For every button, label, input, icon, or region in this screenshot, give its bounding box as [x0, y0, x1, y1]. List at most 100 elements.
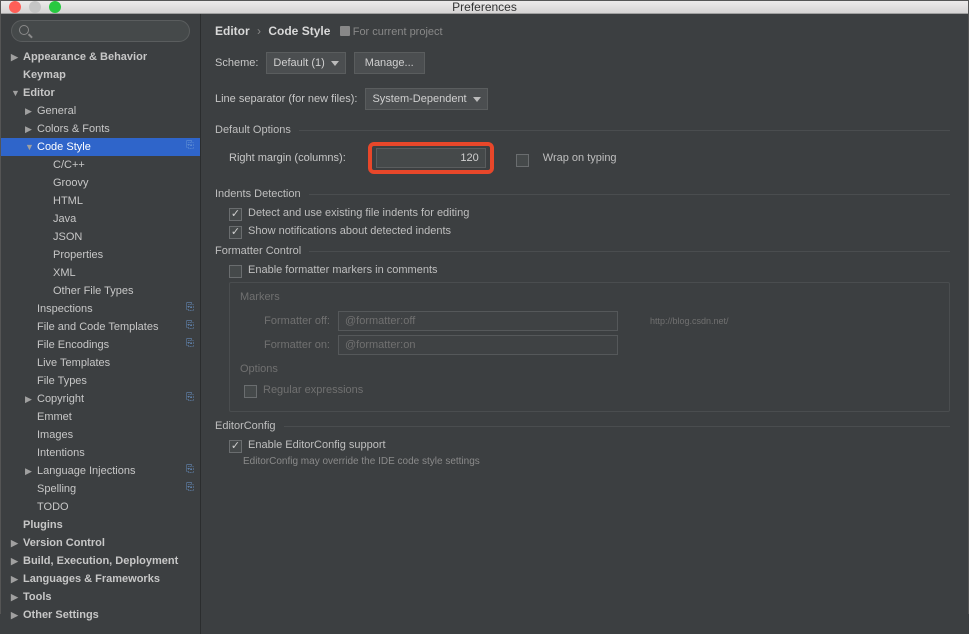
sidebar-item-languages-frameworks[interactable]: ▶Languages & Frameworks: [1, 570, 200, 588]
chevron-down-icon: [331, 61, 339, 66]
editorconfig-title: EditorConfig: [215, 420, 276, 432]
window-title: Preferences: [1, 0, 968, 14]
project-scope-icon: ⎘: [180, 338, 194, 352]
tree-arrow-icon: ▶: [25, 394, 35, 405]
line-separator-select[interactable]: System-Dependent: [365, 88, 487, 110]
sidebar-item-tools[interactable]: ▶Tools: [1, 588, 200, 606]
tree-arrow-icon: ▶: [11, 538, 21, 549]
sidebar-item-label: TODO: [37, 501, 194, 513]
formatter-off-hint: http://blog.csdn.net/: [650, 316, 729, 326]
sidebar-item-xml[interactable]: XML: [1, 264, 200, 282]
sidebar-item-file-encodings[interactable]: File Encodings⎘: [1, 336, 200, 354]
default-options-title: Default Options: [215, 124, 291, 136]
tree-arrow-icon: ▶: [11, 556, 21, 567]
tree-arrow-icon: ▶: [25, 124, 35, 135]
sidebar-item-live-templates[interactable]: Live Templates: [1, 354, 200, 372]
sidebar-item-other-file-types[interactable]: Other File Types: [1, 282, 200, 300]
sidebar: ▶Appearance & BehaviorKeymap▼Editor▶Gene…: [1, 14, 201, 634]
sidebar-item-label: Plugins: [23, 519, 194, 531]
right-margin-label: Right margin (columns):: [229, 152, 346, 164]
editorconfig-hint: EditorConfig may override the IDE code s…: [243, 456, 950, 467]
sidebar-item-language-injections[interactable]: ▶Language Injections⎘: [1, 462, 200, 480]
sidebar-item-file-types[interactable]: File Types: [1, 372, 200, 390]
project-scope-icon: ⎘: [180, 482, 194, 496]
markers-title: Markers: [240, 291, 939, 303]
sidebar-item-version-control[interactable]: ▶Version Control: [1, 534, 200, 552]
scope-label: For current project: [340, 26, 443, 38]
divider: [309, 194, 950, 195]
notify-indents-checkbox[interactable]: [229, 226, 242, 239]
search-input[interactable]: [11, 20, 190, 42]
sidebar-item-label: Spelling: [37, 483, 180, 495]
chevron-down-icon: [473, 97, 481, 102]
divider: [284, 426, 950, 427]
wrap-on-typing-checkbox[interactable]: [516, 154, 529, 167]
search-icon: [19, 25, 29, 35]
sidebar-item-label: Languages & Frameworks: [23, 573, 194, 585]
sidebar-item-properties[interactable]: Properties: [1, 246, 200, 264]
sidebar-item-inspections[interactable]: Inspections⎘: [1, 300, 200, 318]
project-scope-icon: ⎘: [180, 392, 194, 406]
sidebar-item-label: Emmet: [37, 411, 194, 423]
sidebar-item-label: Groovy: [53, 177, 194, 189]
sidebar-item-label: Tools: [23, 591, 194, 603]
sidebar-item-c-c-[interactable]: C/C++: [1, 156, 200, 174]
tree-arrow-icon: ▼: [11, 88, 21, 98]
detect-indents-checkbox[interactable]: [229, 208, 242, 221]
sidebar-item-images[interactable]: Images: [1, 426, 200, 444]
sidebar-item-plugins[interactable]: Plugins: [1, 516, 200, 534]
sidebar-item-json[interactable]: JSON: [1, 228, 200, 246]
sidebar-item-intentions[interactable]: Intentions: [1, 444, 200, 462]
sidebar-item-label: Images: [37, 429, 194, 441]
breadcrumb-leaf: Code Style: [268, 24, 330, 38]
enable-editorconfig-label: Enable EditorConfig support: [248, 439, 386, 451]
sidebar-item-other-settings[interactable]: ▶Other Settings: [1, 606, 200, 624]
sidebar-item-emmet[interactable]: Emmet: [1, 408, 200, 426]
sidebar-item-label: Copyright: [37, 393, 180, 405]
formatter-on-input: [338, 335, 618, 355]
sidebar-item-label: Colors & Fonts: [37, 123, 194, 135]
sidebar-item-build-execution-deployment[interactable]: ▶Build, Execution, Deployment: [1, 552, 200, 570]
line-separator-label: Line separator (for new files):: [215, 93, 357, 105]
formatter-on-label: Formatter on:: [240, 339, 330, 351]
sidebar-item-label: Live Templates: [37, 357, 194, 369]
sidebar-item-general[interactable]: ▶General: [1, 102, 200, 120]
settings-tree: ▶Appearance & BehaviorKeymap▼Editor▶Gene…: [1, 48, 200, 634]
right-margin-input[interactable]: [376, 148, 486, 168]
formatter-title: Formatter Control: [215, 245, 301, 257]
sidebar-item-label: XML: [53, 267, 194, 279]
sidebar-item-label: Other File Types: [53, 285, 194, 297]
sidebar-item-label: Build, Execution, Deployment: [23, 555, 194, 567]
chevron-right-icon: ›: [257, 24, 261, 38]
scheme-select[interactable]: Default (1): [266, 52, 345, 74]
sidebar-item-file-and-code-templates[interactable]: File and Code Templates⎘: [1, 318, 200, 336]
sidebar-item-label: Editor: [23, 87, 194, 99]
sidebar-item-java[interactable]: Java: [1, 210, 200, 228]
sidebar-item-colors-fonts[interactable]: ▶Colors & Fonts: [1, 120, 200, 138]
sidebar-item-editor[interactable]: ▼Editor: [1, 84, 200, 102]
sidebar-item-label: File Encodings: [37, 339, 180, 351]
sidebar-item-groovy[interactable]: Groovy: [1, 174, 200, 192]
tree-arrow-icon: ▶: [11, 610, 21, 621]
sidebar-item-spelling[interactable]: Spelling⎘: [1, 480, 200, 498]
project-scope-icon: ⎘: [180, 140, 194, 154]
sidebar-item-keymap[interactable]: Keymap: [1, 66, 200, 84]
formatter-off-label: Formatter off:: [240, 315, 330, 327]
enable-editorconfig-checkbox[interactable]: [229, 440, 242, 453]
titlebar: Preferences: [1, 1, 968, 14]
sidebar-item-label: Language Injections: [37, 465, 180, 477]
main-panel: Editor › Code Style For current project …: [201, 14, 968, 634]
sidebar-item-label: Code Style: [37, 141, 180, 153]
sidebar-item-html[interactable]: HTML: [1, 192, 200, 210]
manage-button[interactable]: Manage...: [354, 52, 425, 74]
sidebar-item-appearance-behavior[interactable]: ▶Appearance & Behavior: [1, 48, 200, 66]
sidebar-item-copyright[interactable]: ▶Copyright⎘: [1, 390, 200, 408]
enable-formatter-checkbox[interactable]: [229, 265, 242, 278]
options-title: Options: [240, 363, 939, 375]
divider: [299, 130, 950, 131]
enable-formatter-label: Enable formatter markers in comments: [248, 264, 438, 276]
sidebar-item-label: Keymap: [23, 69, 194, 81]
sidebar-item-label: Intentions: [37, 447, 194, 459]
sidebar-item-todo[interactable]: TODO: [1, 498, 200, 516]
sidebar-item-code-style[interactable]: ▼Code Style⎘: [1, 138, 200, 156]
